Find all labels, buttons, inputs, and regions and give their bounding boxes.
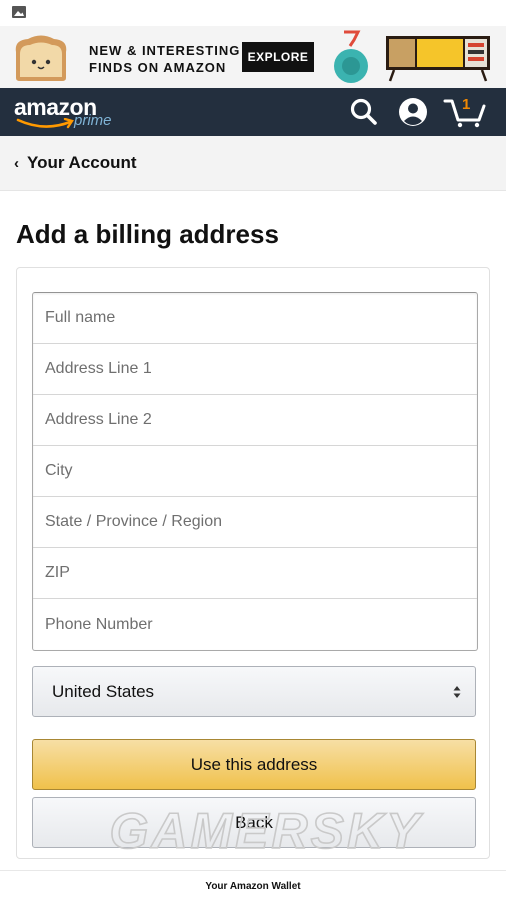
speaker-image: [334, 30, 368, 83]
phone-field: [33, 599, 477, 650]
use-this-address-button[interactable]: Use this address: [32, 739, 476, 790]
image-icon: [12, 6, 26, 18]
cabinet-image: [386, 36, 490, 82]
full-name-field: [33, 293, 477, 344]
billing-address-form: United States Use this address Back: [16, 267, 490, 859]
footer-text: Your Amazon Wallet: [205, 881, 301, 892]
full-name-input[interactable]: [33, 293, 477, 343]
ad-line-2: FINDS ON AMAZON: [89, 60, 227, 75]
state-input[interactable]: [33, 497, 477, 547]
your-account-label: Your Account: [27, 153, 137, 172]
status-bar: [0, 0, 506, 26]
bread-toy-image: [15, 35, 67, 81]
explore-button[interactable]: EXPLORE: [242, 42, 314, 72]
address-line-2-field: [33, 395, 477, 446]
city-input[interactable]: [33, 446, 477, 496]
phone-input[interactable]: [33, 599, 477, 650]
footer: Your Amazon Wallet: [0, 870, 506, 901]
ad-line-1: NEW & INTERESTING: [89, 43, 241, 58]
country-select-value: United States: [52, 682, 155, 701]
address-fields-group: [32, 292, 478, 651]
select-arrows-icon: [453, 686, 461, 698]
top-nav-bar: amazon prime: [0, 88, 506, 136]
address-line-1-field: [33, 344, 477, 395]
page-title: Add a billing address: [16, 219, 279, 249]
back-button[interactable]: Back: [32, 797, 476, 848]
account-breadcrumb-bar: ‹ Your Account: [0, 136, 506, 191]
address-line-1-input[interactable]: [33, 344, 477, 394]
ad-banner[interactable]: NEW & INTERESTING FINDS ON AMAZON EXPLOR…: [0, 26, 506, 88]
zip-input[interactable]: [33, 548, 477, 598]
your-account-link[interactable]: ‹ Your Account: [14, 153, 137, 173]
address-line-2-input[interactable]: [33, 395, 477, 445]
account-icon[interactable]: [397, 96, 429, 128]
city-field: [33, 446, 477, 497]
logo-prime-text: prime: [74, 112, 112, 129]
zip-field: [33, 548, 477, 599]
smile-arrow-icon: [16, 118, 74, 129]
chevron-left-icon: ‹: [14, 155, 19, 172]
search-icon[interactable]: [348, 96, 380, 128]
ad-text: NEW & INTERESTING FINDS ON AMAZON: [89, 42, 240, 76]
cart-count-badge: 1: [462, 96, 471, 113]
state-field: [33, 497, 477, 548]
amazon-prime-logo[interactable]: amazon prime: [14, 94, 124, 134]
country-select[interactable]: United States: [32, 666, 476, 717]
